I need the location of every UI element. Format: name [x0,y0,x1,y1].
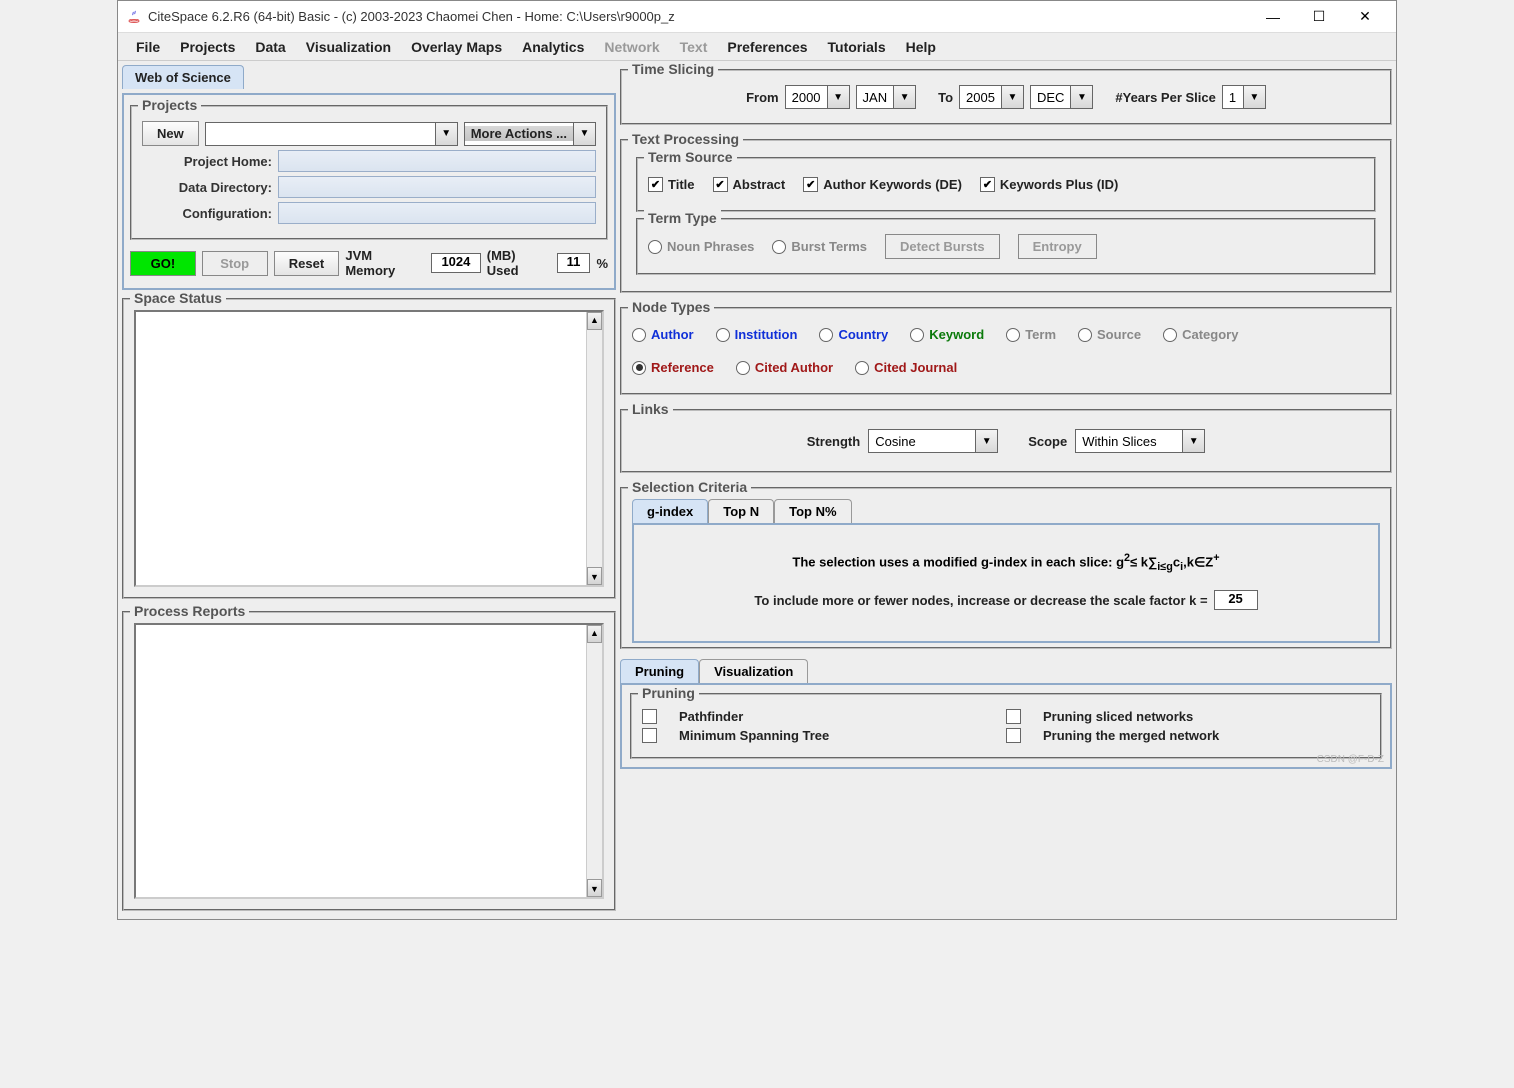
pruning-legend: Pruning [638,685,699,701]
institution-radio[interactable] [716,328,730,342]
scrollbar[interactable]: ▲▼ [586,625,602,898]
term-radio[interactable] [1006,328,1020,342]
category-radio[interactable] [1163,328,1177,342]
menu-file[interactable]: File [126,35,170,59]
links-legend: Links [628,401,673,417]
space-status-legend: Space Status [130,290,226,306]
process-reports-area: ▲▼ [134,623,604,900]
tab-visualization[interactable]: Visualization [699,659,808,683]
pruning-sliced-checkbox[interactable] [1006,709,1021,724]
jvm-memory-value[interactable]: 1024 [431,253,481,273]
scope-label: Scope [1028,434,1067,449]
to-label: To [938,90,953,105]
chevron-down-icon: ▼ [435,123,457,145]
k-factor-input[interactable]: 25 [1214,590,1258,610]
menu-overlay-maps[interactable]: Overlay Maps [401,35,512,59]
noun-phrases-radio[interactable] [648,240,662,254]
reset-button[interactable]: Reset [274,251,340,276]
strength-label: Strength [807,434,860,449]
scrollbar[interactable]: ▲▼ [586,312,602,585]
tab-top-n[interactable]: Top N [708,499,774,523]
project-home-input[interactable] [278,150,596,172]
mb-used-label: (MB) Used [487,248,551,278]
strength-select[interactable]: Cosine▼ [868,429,998,453]
g-index-formula: The selection uses a modified g-index in… [792,552,1219,573]
reference-radio[interactable] [632,361,646,375]
tab-web-of-science[interactable]: Web of Science [122,65,244,89]
space-status-area: ▲▼ [134,310,604,587]
menubar: File Projects Data Visualization Overlay… [118,33,1396,61]
from-label: From [746,90,779,105]
term-source-legend: Term Source [644,149,737,165]
tab-g-index[interactable]: g-index [632,499,708,523]
jvm-memory-label: JVM Memory [345,248,425,278]
menu-tutorials[interactable]: Tutorials [818,35,896,59]
data-directory-label: Data Directory: [142,180,272,195]
entropy-button: Entropy [1018,234,1097,259]
to-year-select[interactable]: 2005▼ [959,85,1024,109]
from-year-select[interactable]: 2000▼ [785,85,850,109]
chevron-down-icon: ▼ [573,123,595,145]
project-select[interactable]: ▼ [205,122,458,146]
menu-help[interactable]: Help [896,35,946,59]
mb-used-value: 11 [557,253,591,273]
menu-network: Network [594,35,669,59]
author-keywords-checkbox[interactable] [803,177,818,192]
title-checkbox[interactable] [648,177,663,192]
abstract-checkbox[interactable] [713,177,728,192]
menu-projects[interactable]: Projects [170,35,245,59]
text-processing-legend: Text Processing [628,131,743,147]
k-factor-label: To include more or fewer nodes, increase… [754,593,1207,608]
keywords-plus-checkbox[interactable] [980,177,995,192]
tab-pruning[interactable]: Pruning [620,659,699,683]
projects-legend: Projects [138,97,201,113]
stop-button: Stop [202,251,268,276]
from-month-select[interactable]: JAN▼ [856,85,917,109]
node-types-legend: Node Types [628,299,714,315]
close-button[interactable]: ✕ [1342,2,1388,32]
time-slicing-legend: Time Slicing [628,61,718,77]
process-reports-legend: Process Reports [130,603,249,619]
data-directory-input[interactable] [278,176,596,198]
menu-analytics[interactable]: Analytics [512,35,594,59]
configuration-input[interactable] [278,202,596,224]
term-type-legend: Term Type [644,210,721,226]
java-icon [126,9,142,25]
pruning-merged-checkbox[interactable] [1006,728,1021,743]
menu-visualization[interactable]: Visualization [296,35,401,59]
project-home-label: Project Home: [142,154,272,169]
window-title: CiteSpace 6.2.R6 (64-bit) Basic - (c) 20… [148,9,1250,24]
new-button[interactable]: New [142,121,199,146]
go-button[interactable]: GO! [130,251,196,276]
watermark: CSDN @F-D-Z [1317,754,1384,765]
menu-data[interactable]: Data [245,35,295,59]
keyword-radio[interactable] [910,328,924,342]
menu-preferences[interactable]: Preferences [717,35,817,59]
scope-select[interactable]: Within Slices▼ [1075,429,1205,453]
configuration-label: Configuration: [142,206,272,221]
source-radio[interactable] [1078,328,1092,342]
author-radio[interactable] [632,328,646,342]
titlebar: CiteSpace 6.2.R6 (64-bit) Basic - (c) 20… [118,1,1396,33]
country-radio[interactable] [819,328,833,342]
cited-author-radio[interactable] [736,361,750,375]
selection-criteria-legend: Selection Criteria [628,479,751,495]
percent-label: % [596,256,608,271]
years-per-slice-select[interactable]: 1▼ [1222,85,1266,109]
minimize-button[interactable]: — [1250,2,1296,32]
more-actions-select[interactable]: More Actions ... ▼ [464,122,596,146]
detect-bursts-button: Detect Bursts [885,234,1000,259]
burst-terms-radio[interactable] [772,240,786,254]
to-month-select[interactable]: DEC▼ [1030,85,1093,109]
years-per-slice-label: #Years Per Slice [1115,90,1215,105]
pathfinder-checkbox[interactable] [642,709,657,724]
menu-text: Text [670,35,718,59]
maximize-button[interactable]: ☐ [1296,2,1342,32]
mst-checkbox[interactable] [642,728,657,743]
cited-journal-radio[interactable] [855,361,869,375]
tab-top-n-pct[interactable]: Top N% [774,499,851,523]
